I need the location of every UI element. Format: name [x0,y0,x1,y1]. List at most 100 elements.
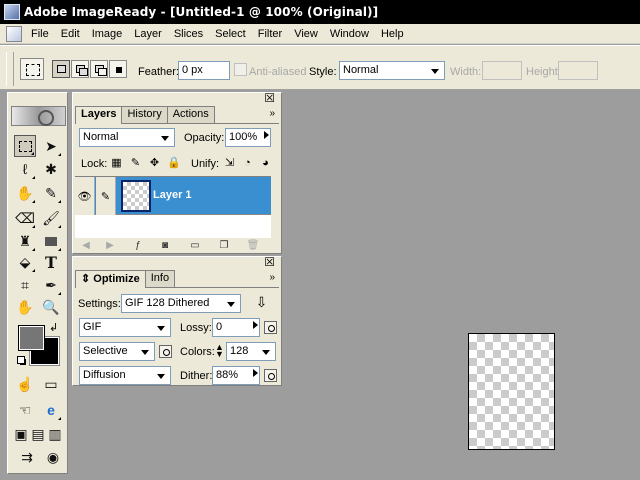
document-icon[interactable] [6,25,22,42]
width-input[interactable] [482,61,522,80]
tab-actions[interactable]: Actions [166,106,215,123]
add-mask-icon[interactable]: ◙ [158,240,172,252]
new-selection-icon[interactable] [52,60,70,78]
default-colors-icon[interactable] [17,356,27,366]
dither-mask-icon[interactable] [264,369,277,382]
panel-menu-arrow-icon[interactable]: » [269,272,275,283]
optimize-to-file-size-icon[interactable]: ⇩ [255,295,268,309]
height-input[interactable] [558,61,598,80]
blend-mode-select[interactable]: Normal [79,128,175,147]
preview-in-browser-icon[interactable]: e [40,399,62,421]
subtract-from-selection-icon[interactable] [90,60,108,78]
colors-select[interactable]: 128 [226,342,276,361]
layer-row[interactable]: 👁 ✎ Layer 1 [75,177,271,215]
menu-view[interactable]: View [288,24,324,44]
dither-method-select[interactable]: Diffusion [79,366,171,385]
lossy-mask-icon[interactable] [264,321,277,334]
style-select[interactable]: Normal [339,61,445,80]
menu-filter[interactable]: Filter [252,24,288,44]
new-layer-set-icon[interactable]: ▭ [188,240,202,252]
standard-screen-mode-icon[interactable]: ▣ [12,423,30,445]
format-select[interactable]: GIF [79,318,171,337]
settings-select[interactable]: GIF 128 Dithered [121,294,241,313]
eraser-tool-icon[interactable]: ⌫ [14,207,36,229]
tab-info[interactable]: Info [144,270,176,287]
unify-position-icon[interactable]: ⇲ [223,157,236,170]
document-canvas[interactable] [468,333,555,450]
previous-frame-icon[interactable]: ◀ [79,240,93,252]
hand-tool-icon[interactable]: ✋ [14,296,36,318]
menu-select[interactable]: Select [209,24,252,44]
imageready-app-icon[interactable] [4,4,20,20]
lasso-tool-icon[interactable]: ℓ [14,158,36,180]
intersect-selection-icon[interactable] [109,60,127,78]
crop-slice-select-tool-icon[interactable]: ✋ [14,182,36,204]
eyedropper-tool-icon[interactable]: ✒ [40,274,62,296]
zoom-tool-icon[interactable]: 🔍 [40,296,62,318]
magic-wand-tool-icon[interactable]: ✱ [40,158,62,180]
marquee-preset-icon[interactable] [20,58,44,80]
layer-effects-icon[interactable]: ƒ [131,240,145,252]
full-screen-menu-mode-icon[interactable]: ▤ [29,423,47,445]
menu-image[interactable]: Image [86,24,129,44]
tab-optimize-label: Optimize [93,273,140,285]
full-screen-mode-icon[interactable]: ▥ [46,423,64,445]
new-layer-icon[interactable]: ❐ [217,240,231,252]
lock-image-icon[interactable]: ✎ [129,157,142,170]
add-to-selection-icon[interactable] [71,60,89,78]
menu-layer[interactable]: Layer [128,24,168,44]
menu-file[interactable]: File [25,24,55,44]
clone-stamp-tool-icon[interactable]: ♜ [14,230,36,252]
rectangular-marquee-tool-icon[interactable] [14,135,36,157]
lock-all-icon[interactable]: 🔒 [167,157,181,170]
unify-style-icon[interactable]: ◕ [259,157,272,170]
imageready-logo[interactable] [11,106,66,126]
crop-tool-icon[interactable]: ⌗ [14,274,36,296]
anti-aliased-checkbox[interactable] [234,63,247,76]
eye-icon[interactable]: 👁 [75,177,95,215]
lock-transparency-icon[interactable]: ▦ [110,157,123,170]
tab-optimize[interactable]: ⇕ Optimize [75,270,146,288]
chevron-right-icon [253,321,258,329]
next-frame-icon[interactable]: ▶ [103,240,117,252]
opacity-field[interactable]: 100% [225,128,271,147]
move-tool-icon[interactable]: ➤ [40,135,62,157]
unify-visibility-icon[interactable]: ◔ [241,157,254,170]
photoshop-icon[interactable]: ◉ [42,446,64,468]
dither-field[interactable]: 88% [212,366,260,385]
lossy-field[interactable]: 0 [212,318,260,337]
slice-tool-icon[interactable]: ✎ [40,182,62,204]
close-icon[interactable]: ☒ [264,92,275,104]
color-reduction-select[interactable]: Selective [79,342,155,361]
foreground-color-swatch[interactable] [18,325,45,351]
brush-icon[interactable]: ✎ [96,177,116,215]
layers-panel-titlebar[interactable]: ☒ [73,92,281,105]
menu-edit[interactable]: Edit [55,24,86,44]
type-tool-icon[interactable]: T [40,251,62,273]
rollover-preview-icon[interactable]: ☜ [14,399,36,421]
image-map-visibility-icon[interactable]: ☝ [14,373,36,395]
menu-slices[interactable]: Slices [168,24,209,44]
tab-history[interactable]: History [121,106,168,123]
tab-layers[interactable]: Layers [75,106,123,124]
jump-to-photoshop-icon[interactable]: ⇉ [14,446,40,468]
feather-input[interactable]: 0 px [178,61,230,80]
colors-stepper-icon[interactable]: ▲ ▼ [213,343,226,359]
swap-colors-icon[interactable]: ↲ [49,321,58,334]
options-bar-grip[interactable] [6,52,14,86]
optimize-panel-titlebar[interactable]: ☒ [73,256,281,269]
color-reduction-mask-icon[interactable] [159,345,172,358]
close-icon[interactable]: ☒ [264,256,275,268]
lock-position-icon[interactable]: ✥ [148,157,161,170]
toggle-slices-visibility-icon[interactable]: ▭ [40,373,62,395]
menu-help[interactable]: Help [375,24,410,44]
menu-bar: File Edit Image Layer Slices Select Filt… [0,24,640,44]
menu-window[interactable]: Window [324,24,375,44]
paint-bucket-tool-icon[interactable]: ⬙ [14,251,36,273]
rectangle-tool-icon[interactable] [40,230,62,252]
paintbrush-tool-icon[interactable]: 🖌 [40,207,62,229]
trash-icon[interactable]: 🗑 [246,240,260,252]
layers-panel-tabs: Layers History Actions [75,106,279,124]
panel-menu-arrow-icon[interactable]: » [269,108,275,119]
chevron-down-icon [138,345,152,358]
